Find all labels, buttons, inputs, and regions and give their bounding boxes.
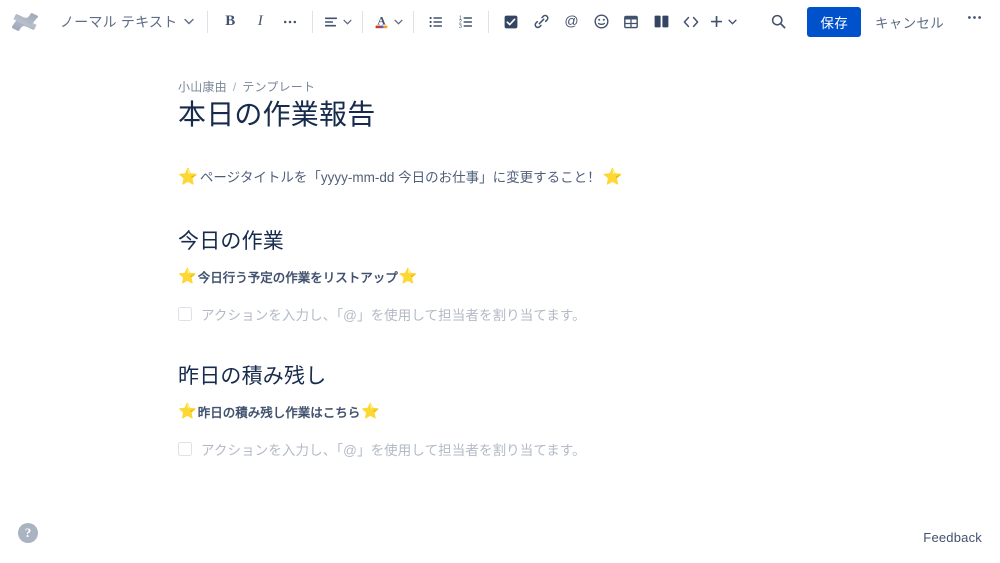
code-block-button[interactable] [676,7,706,37]
toolbar-group-color: A [370,7,406,37]
toolbar-divider [207,10,209,33]
more-formatting-button[interactable] [275,7,305,37]
mention-button[interactable]: @ [556,7,586,37]
text-color-dropdown[interactable]: A [370,7,406,37]
toolbar-divider [413,10,415,33]
star-icon: ⭐ [178,267,197,285]
text-align-icon [325,17,338,26]
text-align-dropdown[interactable] [320,7,355,37]
chevron-down-icon [728,19,737,25]
svg-text:3: 3 [459,24,462,30]
cancel-button[interactable]: キャンセル [865,7,954,37]
toolbar-divider [312,10,314,33]
numbered-list-icon: 1 2 3 [459,15,473,30]
chevron-down-icon [343,19,352,25]
code-block-icon [683,16,699,27]
section-hint-text: 昨日の積み残し作業はこちら [197,405,361,420]
help-button[interactable]: ? [18,523,38,543]
numbered-list-button[interactable]: 1 2 3 [451,7,481,37]
section-heading-yesterday[interactable]: 昨日の積み残し [178,360,822,390]
star-icon: ⭐ [178,169,198,187]
toolbar-group-format: B I [215,7,305,37]
task-placeholder-text[interactable]: アクションを入力し、「@」を使用して担当者を割り当てます。 [201,304,586,324]
toolbar-group-lists: 1 2 3 [421,7,481,37]
task-checkbox[interactable] [178,306,192,321]
bold-button[interactable]: B [215,7,245,37]
editor-toolbar: ノーマル テキスト B I A 1 2 3 @ 保存 キャンセル [0,0,1000,44]
star-icon: ⭐ [602,169,623,187]
task-placeholder-text[interactable]: アクションを入力し、「@」を使用して担当者を割り当てます。 [201,439,586,459]
intro-paragraph[interactable]: ⭐ ページタイトルを「yyyy-mm-dd 今日のお仕事」に変更すること！ ⭐ [178,167,822,189]
page-title[interactable]: 本日の作業報告 [178,97,822,133]
task-checkbox[interactable] [178,441,192,456]
emoji-button[interactable] [586,7,616,37]
confluence-logo [10,7,40,37]
link-icon [534,14,549,29]
chevron-down-icon [184,18,194,25]
section-hint-yesterday[interactable]: ⭐ 昨日の積み残し作業はこちら ⭐ [178,402,822,421]
task-item-yesterday[interactable]: アクションを入力し、「@」を使用して担当者を割り当てます。 [178,439,822,459]
italic-button[interactable]: I [245,7,275,37]
bullet-list-icon [429,16,443,27]
action-item-button[interactable] [496,7,526,37]
text-style-label: ノーマル テキスト [60,13,178,30]
intro-text: ページタイトルを「yyyy-mm-dd 今日のお仕事」に変更すること！ [199,170,601,186]
toolbar-group-style: ノーマル テキスト [54,7,200,37]
svg-text:@: @ [564,13,578,29]
section-heading-today[interactable]: 今日の作業 [178,225,822,255]
toolbar-group-insert: @ [496,7,740,37]
section-hint-today[interactable]: ⭐ 今日行う予定の作業をリストアップ ⭐ [178,267,822,286]
breadcrumb-separator: / [232,80,237,94]
breadcrumb-parent-link[interactable]: テンプレート [242,78,315,95]
toolbar-divider [362,10,364,33]
search-button[interactable] [763,7,793,37]
star-icon: ⭐ [178,402,197,420]
toolbar-group-align [320,7,355,37]
save-button[interactable]: 保存 [807,6,861,37]
table-icon [624,15,639,28]
chevron-down-icon [394,19,403,25]
breadcrumb-space-link[interactable]: 小山康由 [178,78,227,95]
task-item-today[interactable]: アクションを入力し、「@」を使用して担当者を割り当てます。 [178,304,822,324]
bullet-list-button[interactable] [421,7,451,37]
page-layout-icon [654,15,669,28]
breadcrumb: 小山康由 / テンプレート [178,78,822,95]
star-icon: ⭐ [361,402,380,420]
question-mark-icon: ? [24,525,32,540]
star-icon: ⭐ [398,267,418,285]
link-button[interactable] [526,7,556,37]
editor-more-options-button[interactable] [960,4,988,40]
plus-icon [711,16,723,27]
action-item-icon [504,15,518,28]
text-style-dropdown[interactable]: ノーマル テキスト [54,7,200,37]
search-icon [771,14,786,29]
editor-canvas: 小山康由 / テンプレート 本日の作業報告 ⭐ ページタイトルを「yyyy-mm… [0,44,1000,563]
emoji-icon [594,14,609,29]
document-body[interactable]: 小山康由 / テンプレート 本日の作業報告 ⭐ ページタイトルを「yyyy-mm… [178,44,822,459]
mention-icon: @ [564,13,578,29]
section-hint-text: 今日行う予定の作業をリストアップ [197,270,398,285]
ellipsis-icon [967,16,981,19]
insert-more-dropdown[interactable] [706,7,740,37]
text-color-icon: A [375,15,388,29]
toolbar-divider [488,10,490,33]
feedback-link[interactable]: Feedback [923,530,982,545]
table-button[interactable] [616,7,646,37]
page-layout-button[interactable] [646,7,676,37]
ellipsis-icon [284,20,297,23]
